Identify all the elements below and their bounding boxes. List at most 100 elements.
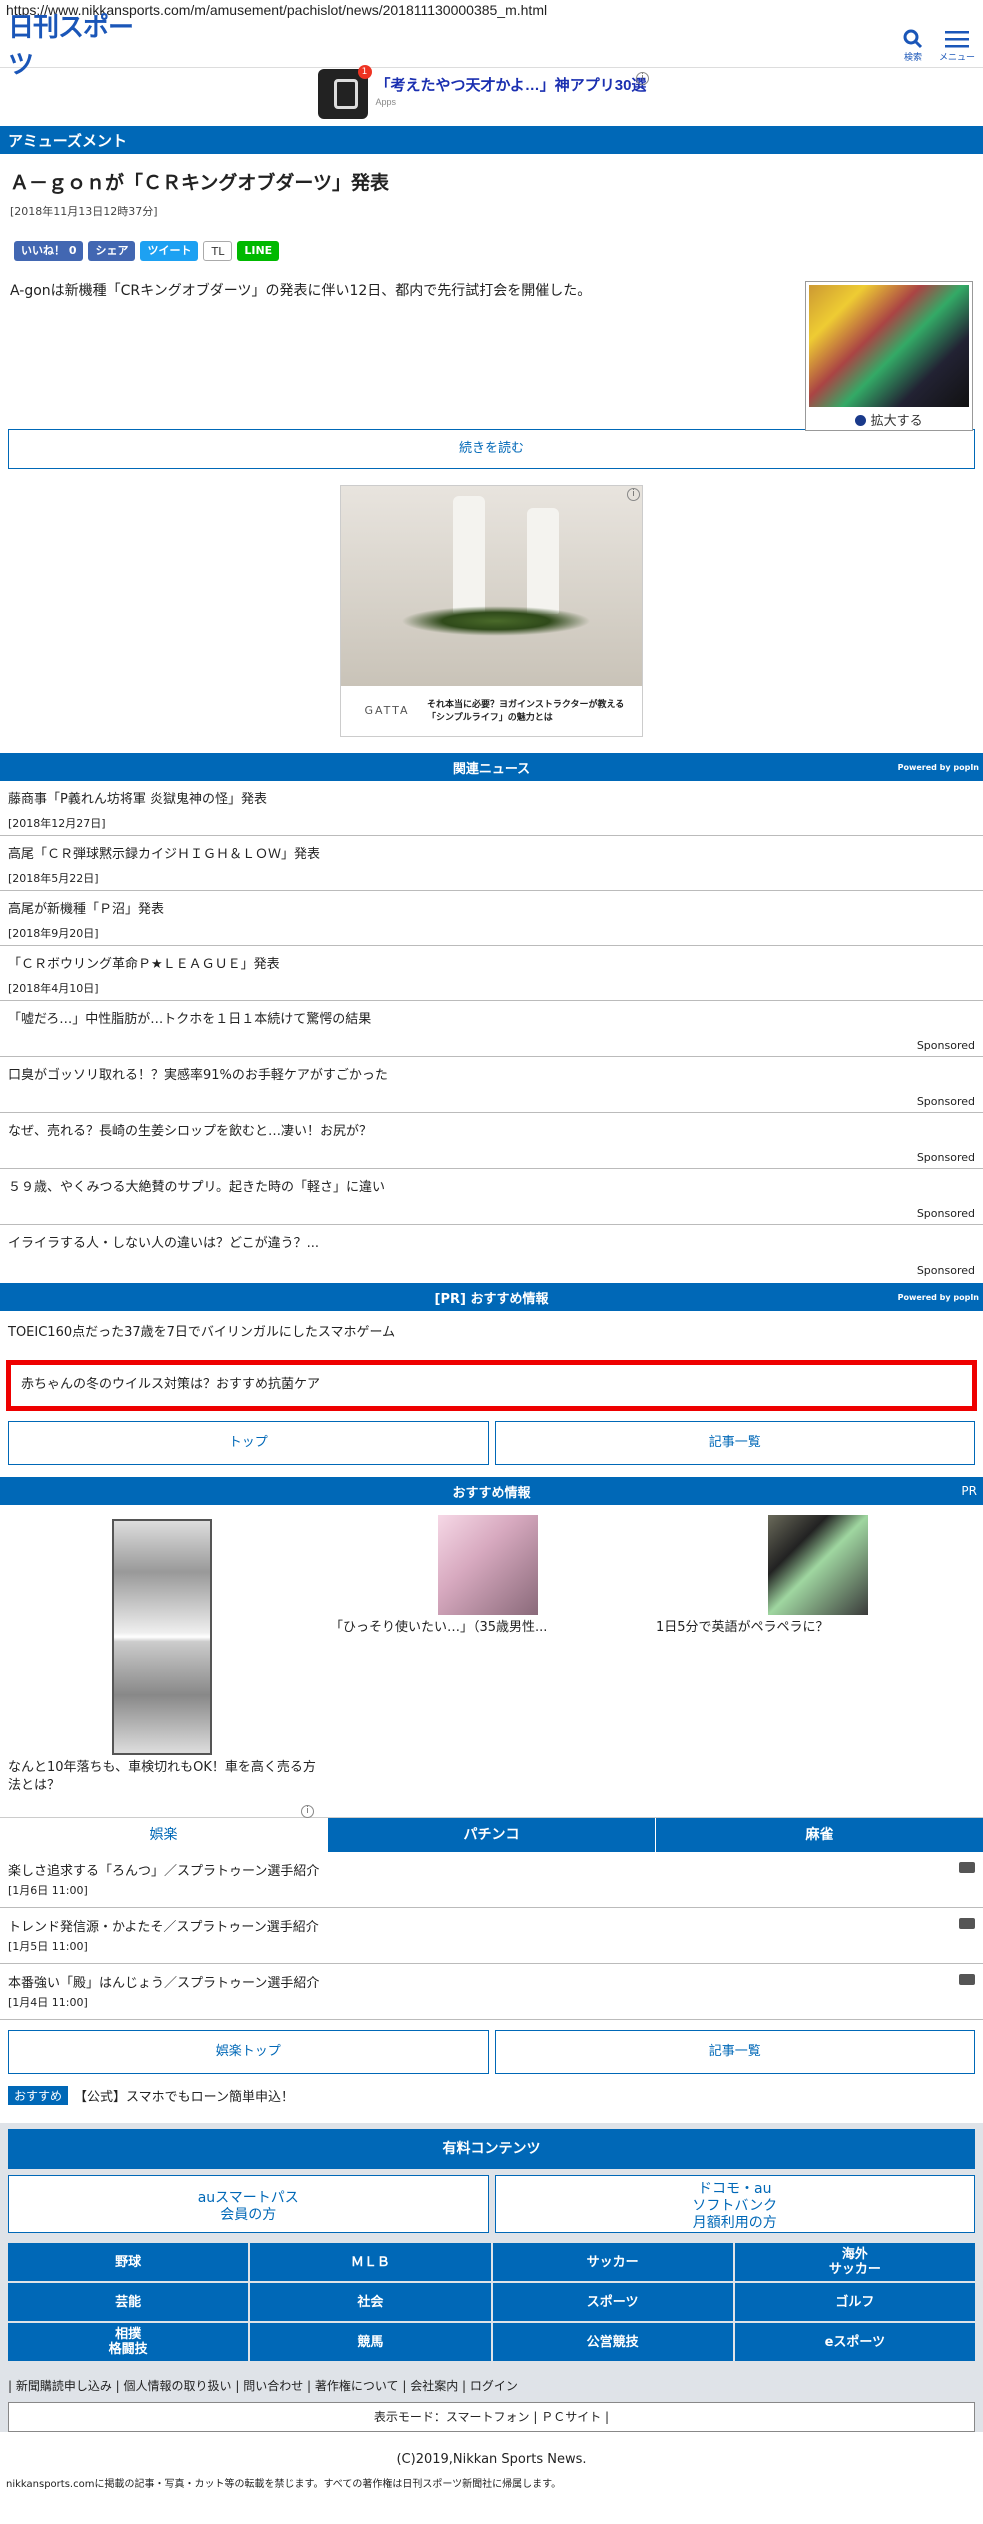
sponsored-item[interactable]: なぜ、売れる？長崎の生姜シロップを飲むと…凄い！お尻が？ Sponsored [0, 1113, 983, 1169]
pr-item-highlighted[interactable]: 赤ちゃんの冬のウイルス対策は？おすすめ抗菌ケア [6, 1360, 977, 1411]
nav-buttons: 娯楽トップ 記事一覧 [0, 2030, 983, 2074]
sponsored-item[interactable]: ５９歳、やくみつる大絶賛のサプリ。起きた時の「軽さ」に違い Sponsored [0, 1169, 983, 1225]
category-society[interactable]: 社会 [250, 2283, 491, 2321]
article-list-button[interactable]: 記事一覧 [494, 2030, 975, 2074]
category-golf[interactable]: ゴルフ [734, 2283, 975, 2321]
related-news-header: 関連ニュース Powered by popIn [0, 753, 983, 781]
camera-icon [959, 1974, 975, 1985]
lead-text: A-gonは新機種「CRキングオブダーツ」の発表に伴い12日、都内で先行試打会を… [10, 283, 592, 299]
category-overseas-soccer[interactable]: 海外 サッカー [734, 2243, 975, 2281]
ad-source: Apps [375, 97, 397, 107]
tab-mahjong[interactable]: 麻雀 [656, 1818, 983, 1852]
recommend-item[interactable]: 「ひっそり使いたい…」（35歳男性... [330, 1515, 630, 1637]
tab-pachinko[interactable]: パチンコ [328, 1818, 656, 1852]
article-title: Ａ－ｇｏｎが「ＣＲキングオブダーツ」発表 [10, 172, 390, 194]
ad-copy: それ本当に必要？ヨガインストラクターが教える「シンプルライフ」の魅力とは [427, 700, 625, 723]
ad-text: 「考えたやつ天才かよ…」神アプリ30選 [375, 77, 647, 94]
news-item[interactable]: 高尾「ＣＲ弾球黙示録カイジＨＩＧＨ＆ＬＯＷ」発表 [2018年5月22日] [0, 836, 983, 891]
section-header: アミューズメント [0, 126, 983, 154]
menu-button[interactable]: メニュー [937, 28, 977, 63]
category-tabs: 娯楽 パチンコ 麻雀 [0, 1817, 983, 1852]
person-thumbnail [438, 1515, 538, 1615]
tab-entertainment[interactable]: 娯楽 [0, 1818, 328, 1852]
facebook-like-button[interactable]: いいね！ 0 [14, 241, 84, 261]
category-public-racing[interactable]: 公営競技 [492, 2323, 733, 2361]
site-header: 日刊スポーツ 検索 メニュー [0, 13, 983, 80]
copyright-notice: nikkansports.comに掲載の記事・写真・カット等の転載を禁じます。す… [0, 2475, 983, 2490]
social-buttons: いいね！ 0 シェア ツイート TL LINE [0, 223, 983, 271]
carrier-button[interactable]: ドコモ・au ソフトバンク 月額利用の方 [494, 2175, 975, 2233]
list-item[interactable]: 本番強い「殿」はんじょう／スプラトゥーン選手紹介 [1月4日 11:00] [0, 1964, 983, 2020]
site-logo[interactable]: 日刊スポーツ [8, 13, 148, 80]
paid-content-header: 有料コンテンツ [8, 2129, 975, 2169]
news-item[interactable]: 高尾が新機種「Ｐ沼」発表 [2018年9月20日] [0, 891, 983, 946]
category-esports[interactable]: eスポーツ [734, 2323, 975, 2361]
news-item[interactable]: 藤商事「P義れん坊将軍 炎獄鬼神の怪」発表 [2018年12月27日] [0, 781, 983, 836]
recommend-item[interactable]: なんと10年落ちも、車検切れもOK！車を高く売る方法とは？ [8, 1519, 318, 1795]
category-soccer[interactable]: サッカー [492, 2243, 733, 2281]
sponsored-item[interactable]: 口臭がゴッソリ取れる！？実感率91%のお手軽ケアがすごかった Sponsored [0, 1057, 983, 1113]
camera-icon [959, 1862, 975, 1873]
recommend-item[interactable]: 1日5分で英語がペラペラに？ [656, 1515, 956, 1637]
category-baseball[interactable]: 野球 [8, 2243, 249, 2281]
photo-caption: 拡大する [870, 414, 923, 429]
ad-info-icon[interactable]: i [636, 72, 649, 85]
ad-image [341, 486, 642, 686]
car-thumbnail [112, 1519, 212, 1755]
related-news-list: 藤商事「P義れん坊将軍 炎獄鬼神の怪」発表 [2018年12月27日] 高尾「ＣＲ… [0, 781, 983, 1281]
recommend-header: おすすめ情報 PR [0, 1477, 983, 1505]
search-icon [893, 28, 933, 50]
phone-thumbnail [768, 1515, 868, 1615]
article-list-button[interactable]: 記事一覧 [494, 1421, 975, 1465]
category-entertainment[interactable]: 芸能 [8, 2283, 249, 2321]
ad-info-icon[interactable]: i [301, 1805, 314, 1818]
entertainment-list: 楽しさ追求する「ろんつ」／スプラトゥーン選手紹介 [1月6日 11:00] トレン… [0, 1852, 983, 2020]
camera-icon [959, 1918, 975, 1929]
app-icon: 1 [317, 65, 372, 119]
sponsored-label: Sponsored [916, 1207, 975, 1220]
hamburger-icon [937, 28, 977, 50]
list-item[interactable]: トレンド発信源・かよたそ／スプラトゥーン選手紹介 [1月5日 11:00] [0, 1908, 983, 1964]
line-button[interactable]: LINE [237, 241, 280, 261]
recommend-tag: おすすめ [8, 2086, 69, 2105]
tl-button[interactable]: TL [203, 241, 233, 261]
article-date: [2018年11月13日12時37分] [10, 205, 158, 218]
category-horse-racing[interactable]: 競馬 [250, 2323, 491, 2361]
photo-image [809, 285, 969, 407]
au-smartpass-button[interactable]: auスマートパス 会員の方 [8, 2175, 489, 2233]
recommend-link[interactable]: おすすめ 【公式】スマホでもローン簡単申込！ [0, 2074, 983, 2117]
article-lead: A-gonは新機種「CRキングオブダーツ」の発表に伴い12日、都内で先行試打会を… [0, 271, 983, 431]
powered-by: Powered by popIn [897, 762, 979, 772]
facebook-share-button[interactable]: シェア [88, 241, 136, 261]
news-item[interactable]: 「ＣＲボウリング革命Ｐ★ＬＥＡＧＵＥ」発表 [2018年4月10日] [0, 946, 983, 1001]
category-grid: 野球 ＭＬＢ サッカー 海外 サッカー 芸能 社会 スポーツ ゴルフ 相撲 格闘… [8, 2243, 975, 2361]
top-button[interactable]: トップ [8, 1421, 489, 1465]
display-mode[interactable]: 表示モード：スマートフォン | ＰＣサイト | [8, 2402, 975, 2432]
article-photo[interactable]: 拡大する [805, 281, 973, 431]
search-button[interactable]: 検索 [893, 28, 933, 63]
middle-ad[interactable]: GATTA それ本当に必要？ヨガインストラクターが教える「シンプルライフ」の魅力… [340, 485, 643, 737]
category-mlb[interactable]: ＭＬＢ [250, 2243, 491, 2281]
sponsored-item[interactable]: イライラする人・しない人の違いは？どこが違う？... Sponsored [0, 1225, 983, 1281]
top-ad-banner[interactable]: 1 「考えたやつ天才かよ…」神アプリ30選 Apps i [0, 65, 983, 120]
nav-buttons: トップ 記事一覧 [0, 1421, 983, 1465]
footer: 有料コンテンツ auスマートパス 会員の方 ドコモ・au ソフトバンク 月額利用… [0, 2123, 983, 2432]
ad-brand: GATTA [364, 703, 410, 717]
sponsored-label: Sponsored [916, 1264, 975, 1277]
category-sumo[interactable]: 相撲 格闘技 [8, 2323, 249, 2361]
ad-info-icon[interactable]: i [627, 488, 640, 501]
copyright: (C)2019,Nikkan Sports News. [0, 2442, 983, 2475]
category-sports[interactable]: スポーツ [492, 2283, 733, 2321]
recommend-grid: なんと10年落ちも、車検切れもOK！車を高く売る方法とは？ 「ひっそり使いたい…… [0, 1505, 983, 1818]
powered-by: Powered by popIn [897, 1292, 979, 1302]
read-more-button[interactable]: 続きを読む [8, 429, 975, 469]
pr-label: PR [961, 1484, 977, 1498]
pr-item[interactable]: TOEIC160点だった37歳を7日でバイリンガルにしたスマホゲーム [0, 1311, 983, 1350]
entertainment-top-button[interactable]: 娯楽トップ [8, 2030, 489, 2074]
footer-links[interactable]: | 新聞購読申し込み | 個人情報の取り扱い | 問い合わせ | 著作権について… [8, 2369, 975, 2402]
sponsored-item[interactable]: 「嘘だろ…」中性脂肪が…トクホを１日１本続けて驚愕の結果 Sponsored [0, 1001, 983, 1057]
sponsored-label: Sponsored [916, 1095, 975, 1108]
tweet-button[interactable]: ツイート [140, 241, 199, 261]
list-item[interactable]: 楽しさ追求する「ろんつ」／スプラトゥーン選手紹介 [1月6日 11:00] [0, 1852, 983, 1908]
sponsored-label: Sponsored [916, 1151, 975, 1164]
